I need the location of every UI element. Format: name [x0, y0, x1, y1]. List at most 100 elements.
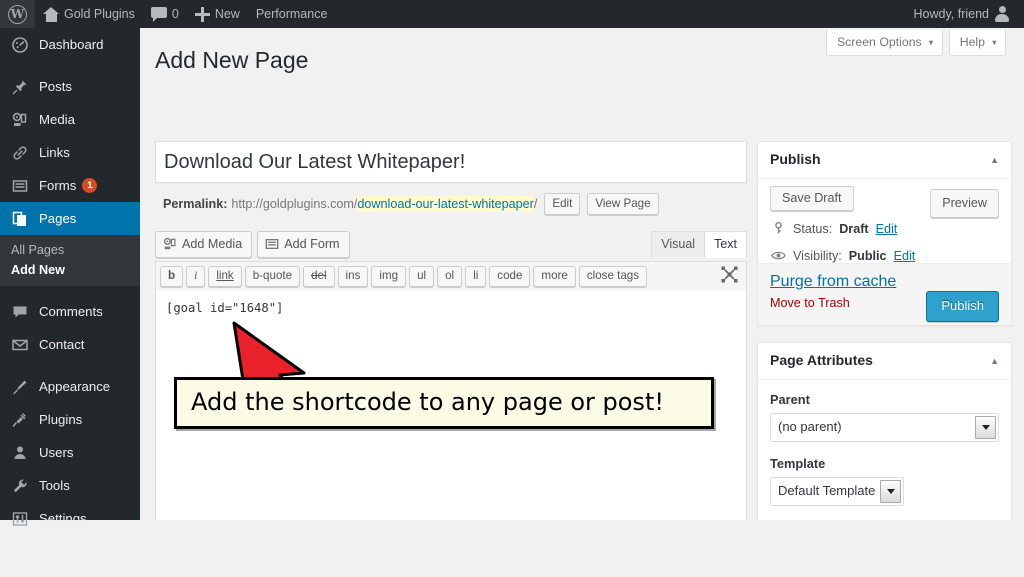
template-select-value: Default Template	[778, 483, 875, 498]
wp-logo-menu[interactable]	[0, 0, 35, 28]
comment-bubble-icon	[10, 304, 30, 320]
site-name-menu[interactable]: Gold Plugins	[35, 0, 143, 28]
sidebar-item-plugins[interactable]: Plugins	[0, 403, 140, 436]
sidebar-item-appearance[interactable]: Appearance	[0, 370, 140, 403]
screen-options-label: Screen Options	[837, 35, 922, 49]
submenu-item-all-pages[interactable]: All Pages	[0, 240, 140, 260]
save-draft-button[interactable]: Save Draft	[770, 186, 854, 211]
my-account-menu[interactable]: Howdy, friend	[906, 0, 1024, 28]
pin-icon	[10, 79, 30, 95]
permalink-slug[interactable]: download-our-latest-whitepaper	[357, 196, 533, 212]
user-avatar-icon	[994, 6, 1010, 22]
wordpress-logo-icon	[8, 5, 27, 24]
admin-sidebar-menu: Dashboard Posts Media Links Forms 1 Page…	[0, 28, 140, 520]
sidebar-label: Dashboard	[39, 37, 104, 52]
quicktag-del[interactable]: del	[303, 266, 334, 287]
quicktag-ins[interactable]: ins	[338, 266, 369, 287]
quicktag-bold[interactable]: b	[160, 266, 183, 287]
purge-from-cache-link[interactable]: Purge from cache	[770, 273, 896, 290]
add-form-label: Add Form	[284, 235, 339, 253]
sidebar-item-links[interactable]: Links	[0, 136, 140, 169]
sidebar-label: Media	[39, 112, 75, 127]
sidebar-item-pages[interactable]: Pages	[0, 202, 140, 235]
sidebar-label: Users	[39, 445, 73, 460]
sidebar-item-media[interactable]: Media	[0, 103, 140, 136]
quicktag-code[interactable]: code	[489, 266, 530, 287]
sidebar-item-contact[interactable]: Contact	[0, 328, 140, 361]
editor-content-area[interactable]: [goal id="1648"] Add the shortcode to an…	[155, 291, 747, 520]
quicktag-ol[interactable]: ol	[437, 266, 462, 287]
quicktag-blockquote[interactable]: b-quote	[245, 266, 300, 287]
home-icon	[43, 7, 59, 22]
comments-bubble[interactable]: 0	[143, 0, 187, 28]
user-icon	[10, 445, 30, 461]
submenu-item-add-new[interactable]: Add New	[0, 260, 140, 280]
publish-metabox-title: Publish	[770, 151, 821, 168]
sidebar-item-tools[interactable]: Tools	[0, 469, 140, 502]
add-form-button[interactable]: Add Form	[257, 231, 349, 258]
submenu-label: Add New	[11, 263, 65, 277]
form-icon	[265, 237, 279, 251]
post-title-input[interactable]	[156, 142, 746, 182]
parent-select-value: (no parent)	[778, 419, 842, 434]
help-label: Help	[960, 35, 985, 49]
quicktag-close-tags[interactable]: close tags	[579, 266, 647, 287]
quicktag-italic[interactable]: i	[186, 266, 205, 287]
media-icon	[10, 112, 30, 128]
add-media-button[interactable]: Add Media	[155, 231, 252, 258]
quicktags-toolbar: bilinkb-quotedelinsimgulollicodemoreclos…	[155, 261, 747, 291]
new-content-menu[interactable]: New	[187, 0, 248, 28]
sidebar-item-posts[interactable]: Posts	[0, 70, 140, 103]
chevron-up-icon[interactable]: ▲	[990, 155, 999, 165]
publish-metabox-header: Publish ▲	[758, 142, 1011, 179]
sidebar-item-users[interactable]: Users	[0, 436, 140, 469]
sidebar-item-settings[interactable]: Settings	[0, 502, 140, 535]
plug-icon	[10, 412, 30, 428]
edit-status-link[interactable]: Edit	[876, 221, 898, 238]
parent-select[interactable]: (no parent)	[770, 413, 999, 442]
page-attributes-header: Page Attributes ▲	[758, 343, 1011, 380]
quicktag-more[interactable]: more	[533, 266, 575, 287]
editor-mode-tabs: Visual Text	[652, 231, 747, 258]
forms-icon	[10, 178, 30, 194]
quicktag-ul[interactable]: ul	[409, 266, 434, 287]
help-button[interactable]: Help	[949, 30, 1006, 56]
permalink-row: Permalink: http://goldplugins.com/downlo…	[155, 183, 747, 223]
wrench-icon	[10, 478, 30, 494]
key-icon	[770, 222, 786, 235]
quicktag-li[interactable]: li	[465, 266, 486, 287]
tab-visual[interactable]: Visual	[651, 231, 705, 258]
media-buttons: Add Media Add Form	[155, 231, 350, 258]
sidebar-label: Comments	[39, 304, 103, 319]
status-value: Draft	[839, 221, 868, 238]
distraction-free-writing-icon[interactable]	[721, 266, 738, 283]
quicktag-link[interactable]: link	[208, 266, 241, 287]
view-page-button[interactable]: View Page	[587, 193, 658, 215]
add-media-label: Add Media	[182, 235, 242, 253]
edit-permalink-button[interactable]: Edit	[544, 193, 580, 215]
tab-text[interactable]: Text	[704, 231, 747, 258]
screen-options-button[interactable]: Screen Options	[826, 30, 943, 56]
performance-menu[interactable]: Performance	[248, 0, 336, 28]
chevron-up-icon[interactable]: ▲	[990, 356, 999, 366]
sidebar-label: Pages	[39, 211, 76, 226]
editor-tools: Add Media Add Form	[155, 231, 747, 261]
sidebar-item-forms[interactable]: Forms 1	[0, 169, 140, 202]
preview-button[interactable]: Preview	[930, 189, 999, 218]
publish-button[interactable]: Publish	[926, 291, 999, 322]
parent-label: Parent	[770, 391, 999, 408]
menu-separator	[0, 286, 140, 295]
sidebar-item-comments[interactable]: Comments	[0, 295, 140, 328]
dashboard-icon	[10, 37, 30, 53]
site-name-label: Gold Plugins	[64, 0, 135, 28]
quicktag-img[interactable]: img	[371, 266, 406, 287]
template-label: Template	[770, 455, 999, 472]
chevron-down-icon	[880, 480, 901, 503]
admin-bar: Gold Plugins 0 New Performance Howdy, fr…	[0, 0, 1024, 28]
sidebar-item-collapse-partial[interactable]	[0, 544, 140, 577]
envelope-icon	[10, 337, 30, 353]
sidebar-item-dashboard[interactable]: Dashboard	[0, 28, 140, 61]
editor-content-text: [goal id="1648"]	[156, 291, 746, 326]
template-select[interactable]: Default Template	[770, 477, 904, 506]
annotation-callout: Add the shortcode to any page or post!	[174, 377, 714, 429]
